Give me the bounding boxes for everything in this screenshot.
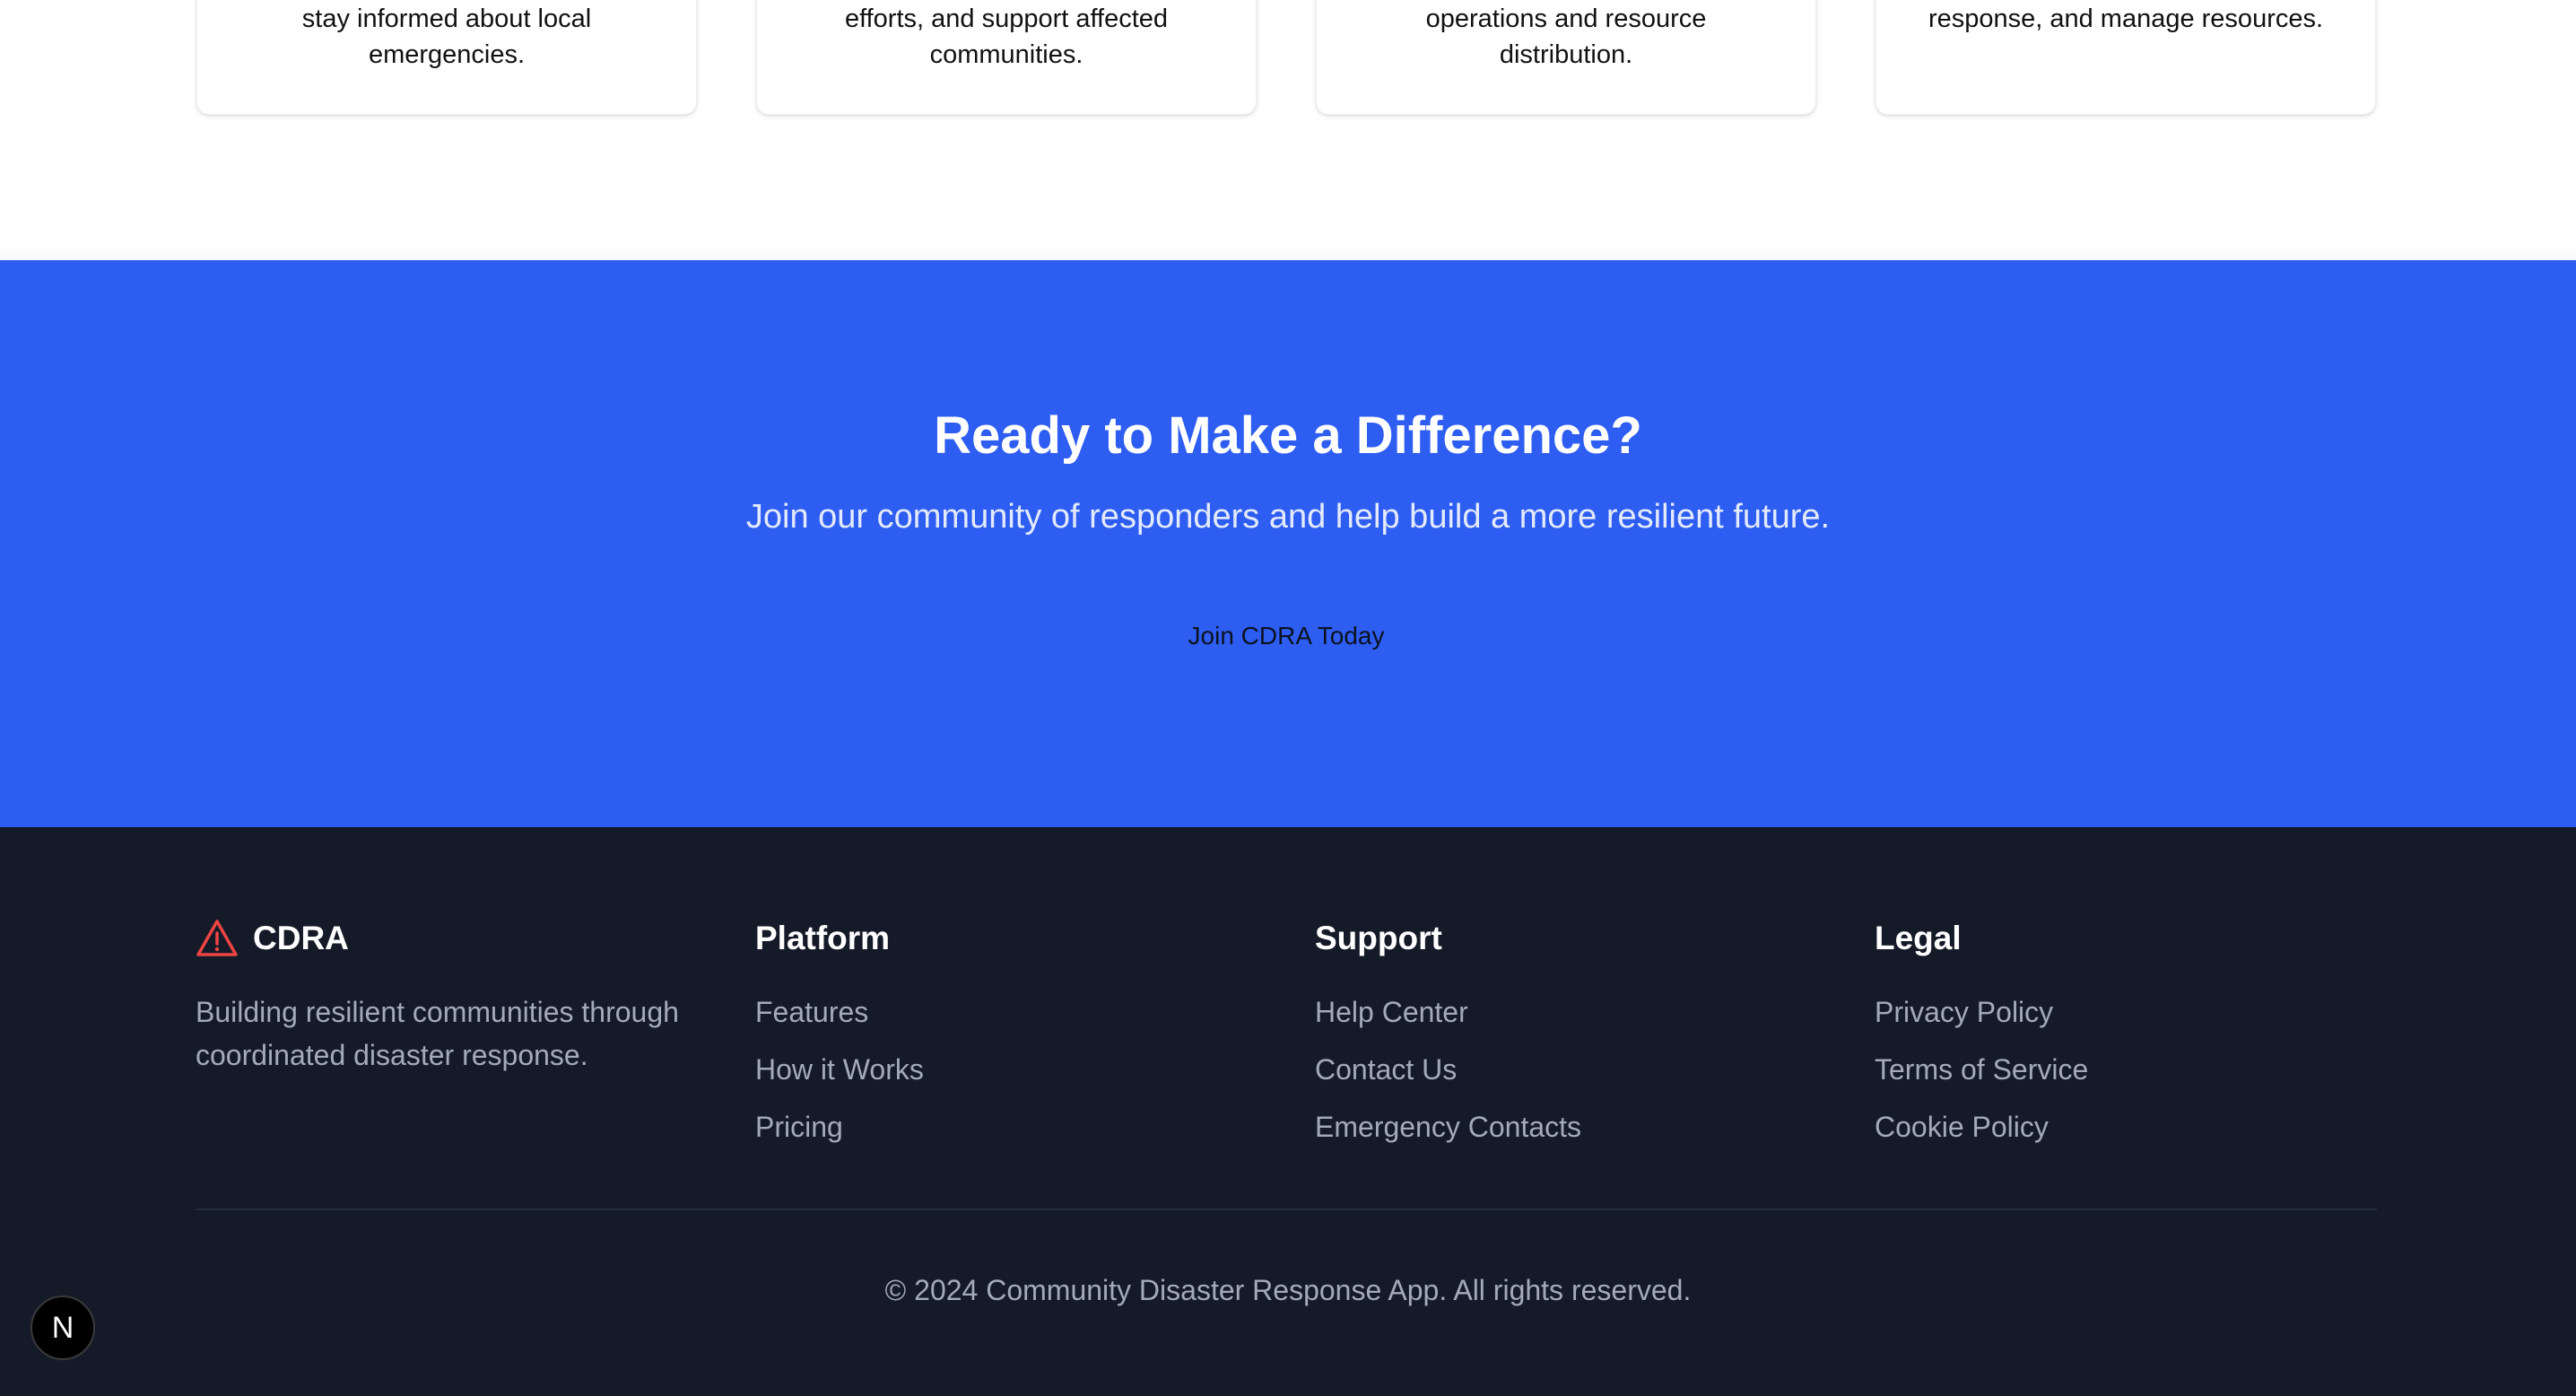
footer-brand-row: CDRA <box>196 917 698 960</box>
feature-card-description: operations and resource distribution. <box>1344 1 1788 73</box>
footer-link-emergency-contacts[interactable]: Emergency Contacts <box>1315 1111 1581 1143</box>
footer-link-item: Privacy Policy <box>1875 990 2377 1048</box>
feature-card-description-line: response, and manage resources. <box>1928 4 2324 33</box>
footer-column-heading: Platform <box>755 920 891 956</box>
section-divider <box>0 244 2576 260</box>
nextjs-logo-icon[interactable]: N <box>30 1296 95 1360</box>
footer-link-contact-us[interactable]: Contact Us <box>1315 1053 1457 1086</box>
footer-copyright: © 2024 Community Disaster Response App. … <box>884 1274 1692 1306</box>
cta-subtitle: Join our community of responders and hel… <box>745 498 1831 536</box>
footer-column-heading: Legal <box>1875 920 1962 956</box>
footer-divider <box>196 1208 2377 1210</box>
feature-card: stay informed about local emergencies. <box>196 0 697 115</box>
feature-card-description: efforts, and support affected communitie… <box>784 1 1229 73</box>
cta-title: Ready to Make a Difference? <box>934 406 1642 465</box>
footer-brand: CDRA Building resilient communities thro… <box>196 917 698 1077</box>
footer-link-item: Features <box>755 990 1258 1048</box>
feature-card-description-line: emergencies. <box>368 40 526 69</box>
footer-link-item: How it Works <box>755 1048 1258 1105</box>
footer-link-cookie-policy[interactable]: Cookie Policy <box>1875 1111 2049 1143</box>
footer: CDRA Building resilient communities thro… <box>0 827 2576 1396</box>
footer-column-heading: Support <box>1315 920 1442 956</box>
feature-card-description-line: distribution. <box>1499 40 1633 69</box>
footer-link-item: Pricing <box>755 1105 1258 1163</box>
footer-brand-name: CDRA <box>253 920 349 956</box>
feature-card-description: response, and manage resources. <box>1903 1 2348 37</box>
feature-card-description-line: stay informed about local <box>301 4 592 33</box>
footer-column-platform: Platform Features How it Works Pricing <box>755 917 1258 1163</box>
page: stay informed about local emergencies. e… <box>0 0 2576 1396</box>
footer-link-terms-of-service[interactable]: Terms of Service <box>1875 1053 2088 1086</box>
feature-card-description-line: efforts, and support affected <box>844 4 1169 33</box>
feature-card: operations and resource distribution. <box>1316 0 1816 115</box>
footer-link-features[interactable]: Features <box>755 996 868 1028</box>
footer-link-item: Contact Us <box>1315 1048 1817 1105</box>
footer-link-list: Privacy Policy Terms of Service Cookie P… <box>1875 990 2377 1163</box>
feature-card: efforts, and support affected communitie… <box>756 0 1257 115</box>
footer-link-list: Help Center Contact Us Emergency Contact… <box>1315 990 1817 1163</box>
cta-section: Ready to Make a Difference? Join our com… <box>0 260 2576 827</box>
footer-link-privacy-policy[interactable]: Privacy Policy <box>1875 996 2053 1028</box>
footer-link-list: Features How it Works Pricing <box>755 990 1258 1163</box>
footer-link-item: Emergency Contacts <box>1315 1105 1817 1163</box>
footer-link-pricing[interactable]: Pricing <box>755 1111 843 1143</box>
warning-triangle-icon <box>196 919 239 958</box>
footer-link-item: Cookie Policy <box>1875 1105 2377 1163</box>
footer-column-legal: Legal Privacy Policy Terms of Service Co… <box>1875 917 2377 1163</box>
join-cdra-button[interactable]: Join CDRA Today <box>1127 605 1446 667</box>
feature-card-description-line: communities. <box>929 40 1083 69</box>
footer-link-help-center[interactable]: Help Center <box>1315 996 1468 1028</box>
footer-link-item: Terms of Service <box>1875 1048 2377 1105</box>
feature-card-description-line: operations and resource <box>1425 4 1707 33</box>
footer-link-how-it-works[interactable]: How it Works <box>755 1053 924 1086</box>
feature-card: response, and manage resources. <box>1875 0 2376 115</box>
feature-card-description: stay informed about local emergencies. <box>224 1 669 73</box>
footer-link-item: Help Center <box>1315 990 1817 1048</box>
footer-column-support: Support Help Center Contact Us Emergency… <box>1315 917 1817 1163</box>
features-section: stay informed about local emergencies. e… <box>0 0 2576 260</box>
footer-brand-description: Building resilient communities through c… <box>196 996 679 1071</box>
